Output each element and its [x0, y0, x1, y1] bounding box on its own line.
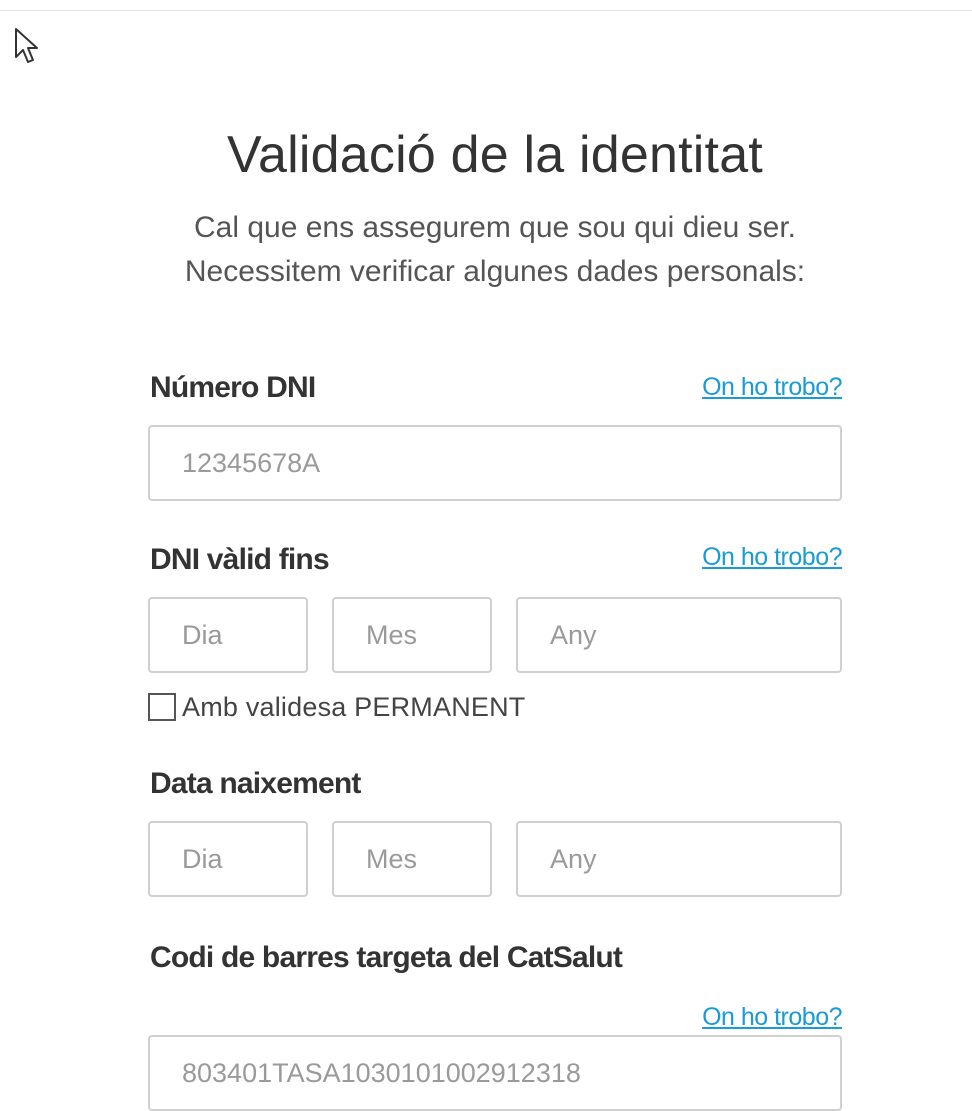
catsalut-barcode-label: Codi de barres targeta del CatSalut [150, 941, 623, 974]
permanent-validity-label: Amb validesa PERMANENT [182, 691, 526, 722]
dni-help-link[interactable]: On ho trobo? [702, 373, 842, 402]
birth-date-label: Data naixement [150, 767, 361, 800]
dni-valid-month-input[interactable] [332, 597, 492, 673]
permanent-validity-checkbox[interactable] [148, 693, 176, 721]
identity-validation-page: Validació de la identitat Cal que ens as… [0, 10, 972, 1111]
catsalut-help-link[interactable]: On ho trobo? [702, 1003, 842, 1032]
birth-year-input[interactable] [516, 821, 842, 897]
birth-month-input[interactable] [332, 821, 492, 897]
subtitle-line-1: Cal que ens assegurem que sou qui dieu s… [193, 211, 797, 244]
dni-valid-year-input[interactable] [516, 597, 842, 673]
birth-day-input[interactable] [148, 821, 308, 897]
mouse-pointer-icon [15, 28, 38, 63]
dni-valid-day-input[interactable] [148, 597, 308, 673]
dni-number-label: Número DNI [150, 371, 316, 404]
permanent-validity-option[interactable]: Amb validesa PERMANENT [148, 691, 526, 723]
subtitle-line-2: Necessitem verificar algunes dades perso… [184, 255, 806, 288]
page-title: Validació de la identitat [227, 126, 763, 184]
dni-valid-until-help-link[interactable]: On ho trobo? [702, 543, 842, 572]
dni-number-input[interactable] [148, 425, 842, 501]
catsalut-barcode-input[interactable] [148, 1035, 842, 1111]
dni-valid-until-label: DNI vàlid fins [150, 543, 330, 576]
